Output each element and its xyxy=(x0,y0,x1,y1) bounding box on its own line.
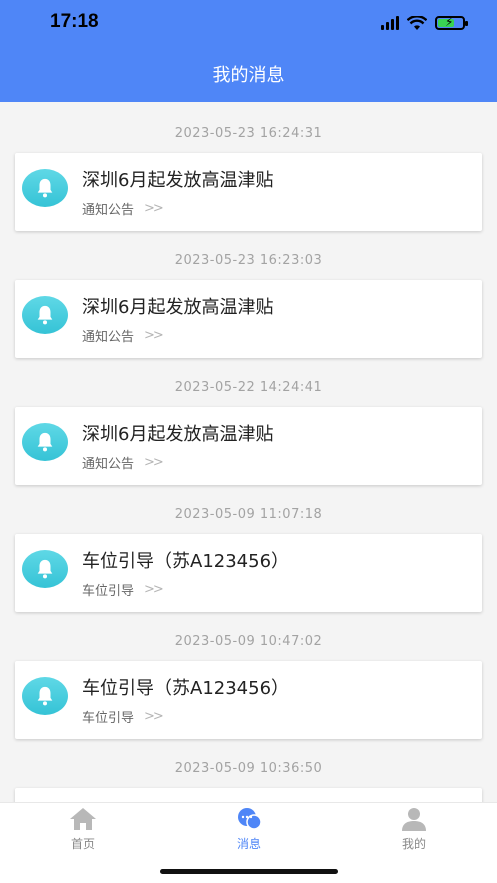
message-title: 车位引导（苏A123456） xyxy=(82,551,290,572)
message-list[interactable]: 2023-05-23 16:24:31 深圳6月起发放高温津贴 通知公告 >> … xyxy=(0,102,497,802)
home-indicator xyxy=(160,869,338,874)
chevron-double-right-icon: >> xyxy=(144,201,164,216)
message-timestamp: 2023-05-09 11:07:18 xyxy=(174,507,323,522)
tab-home-label: 首页 xyxy=(70,837,95,851)
message-category: 车位引导 xyxy=(82,711,135,726)
message-category: 车位引导 xyxy=(82,584,135,599)
message-card[interactable]: 深圳6月起发放高温津贴 通知公告 >> xyxy=(15,153,482,231)
battery-icon: ⚡ xyxy=(435,15,468,30)
message-category-row: 车位引导 >> xyxy=(82,707,164,726)
message-title: 车位引导（苏A123456） xyxy=(82,678,290,699)
bell-icon xyxy=(22,677,68,715)
home-icon xyxy=(70,808,96,830)
page-title: 我的消息 xyxy=(212,65,285,86)
bell-icon xyxy=(22,296,68,334)
message-category-row: 通知公告 >> xyxy=(82,199,164,218)
message-timestamp: 2023-05-23 16:23:03 xyxy=(174,253,323,268)
tab-mine-label: 我的 xyxy=(401,837,426,851)
status-bar: 17:18 ⚡ xyxy=(0,0,497,46)
message-category: 通知公告 xyxy=(82,330,135,345)
message-category-row: 通知公告 >> xyxy=(82,326,164,345)
message-group: 2023-05-09 11:07:18 车位引导（苏A123456） 车位引导 … xyxy=(0,483,497,612)
tab-mine[interactable]: 我的 xyxy=(374,807,454,852)
message-title: 深圳6月起发放高温津贴 xyxy=(82,424,274,445)
message-group: 2023-05-22 14:24:41 深圳6月起发放高温津贴 通知公告 >> xyxy=(0,356,497,485)
header: 17:18 ⚡ 我的消息 xyxy=(0,0,497,102)
message-category-row: 车位引导 >> xyxy=(82,580,164,599)
message-card[interactable]: 车位引导（苏A123456） 车位引导 >> xyxy=(15,661,482,739)
message-category-row: 通知公告 >> xyxy=(82,453,164,472)
chevron-double-right-icon: >> xyxy=(144,328,164,343)
chevron-double-right-icon: >> xyxy=(144,455,164,470)
message-category: 通知公告 xyxy=(82,457,135,472)
status-icons: ⚡ xyxy=(381,14,468,32)
message-title: 深圳6月起发放高温津贴 xyxy=(82,297,274,318)
user-icon xyxy=(402,808,426,831)
wifi-icon xyxy=(407,15,427,30)
message-title: 深圳6月起发放高温津贴 xyxy=(82,170,274,191)
signal-icon xyxy=(381,16,399,30)
chevron-double-right-icon: >> xyxy=(144,582,164,597)
tab-home[interactable]: 首页 xyxy=(43,807,123,852)
message-group: 2023-05-09 10:36:50 xyxy=(0,737,497,802)
bell-icon xyxy=(22,423,68,461)
message-timestamp: 2023-05-22 14:24:41 xyxy=(174,380,323,395)
message-timestamp: 2023-05-23 16:24:31 xyxy=(174,126,323,141)
message-card[interactable]: 深圳6月起发放高温津贴 通知公告 >> xyxy=(15,280,482,358)
tab-messages[interactable]: 消息 xyxy=(209,807,289,852)
message-card[interactable]: 车位引导（苏A123456） 车位引导 >> xyxy=(15,534,482,612)
bell-icon xyxy=(22,169,68,207)
message-group: 2023-05-23 16:24:31 深圳6月起发放高温津贴 通知公告 >> xyxy=(0,102,497,231)
message-category: 通知公告 xyxy=(82,203,135,218)
status-time: 17:18 xyxy=(50,11,99,32)
tab-messages-label: 消息 xyxy=(236,837,261,851)
chat-icon xyxy=(238,808,262,830)
message-card[interactable] xyxy=(15,788,482,802)
message-timestamp: 2023-05-09 10:36:50 xyxy=(174,761,323,776)
message-group: 2023-05-09 10:47:02 车位引导（苏A123456） 车位引导 … xyxy=(0,610,497,739)
bell-icon xyxy=(22,550,68,588)
message-card[interactable]: 深圳6月起发放高温津贴 通知公告 >> xyxy=(15,407,482,485)
message-timestamp: 2023-05-09 10:47:02 xyxy=(174,634,323,649)
chevron-double-right-icon: >> xyxy=(144,709,164,724)
message-group: 2023-05-23 16:23:03 深圳6月起发放高温津贴 通知公告 >> xyxy=(0,229,497,358)
